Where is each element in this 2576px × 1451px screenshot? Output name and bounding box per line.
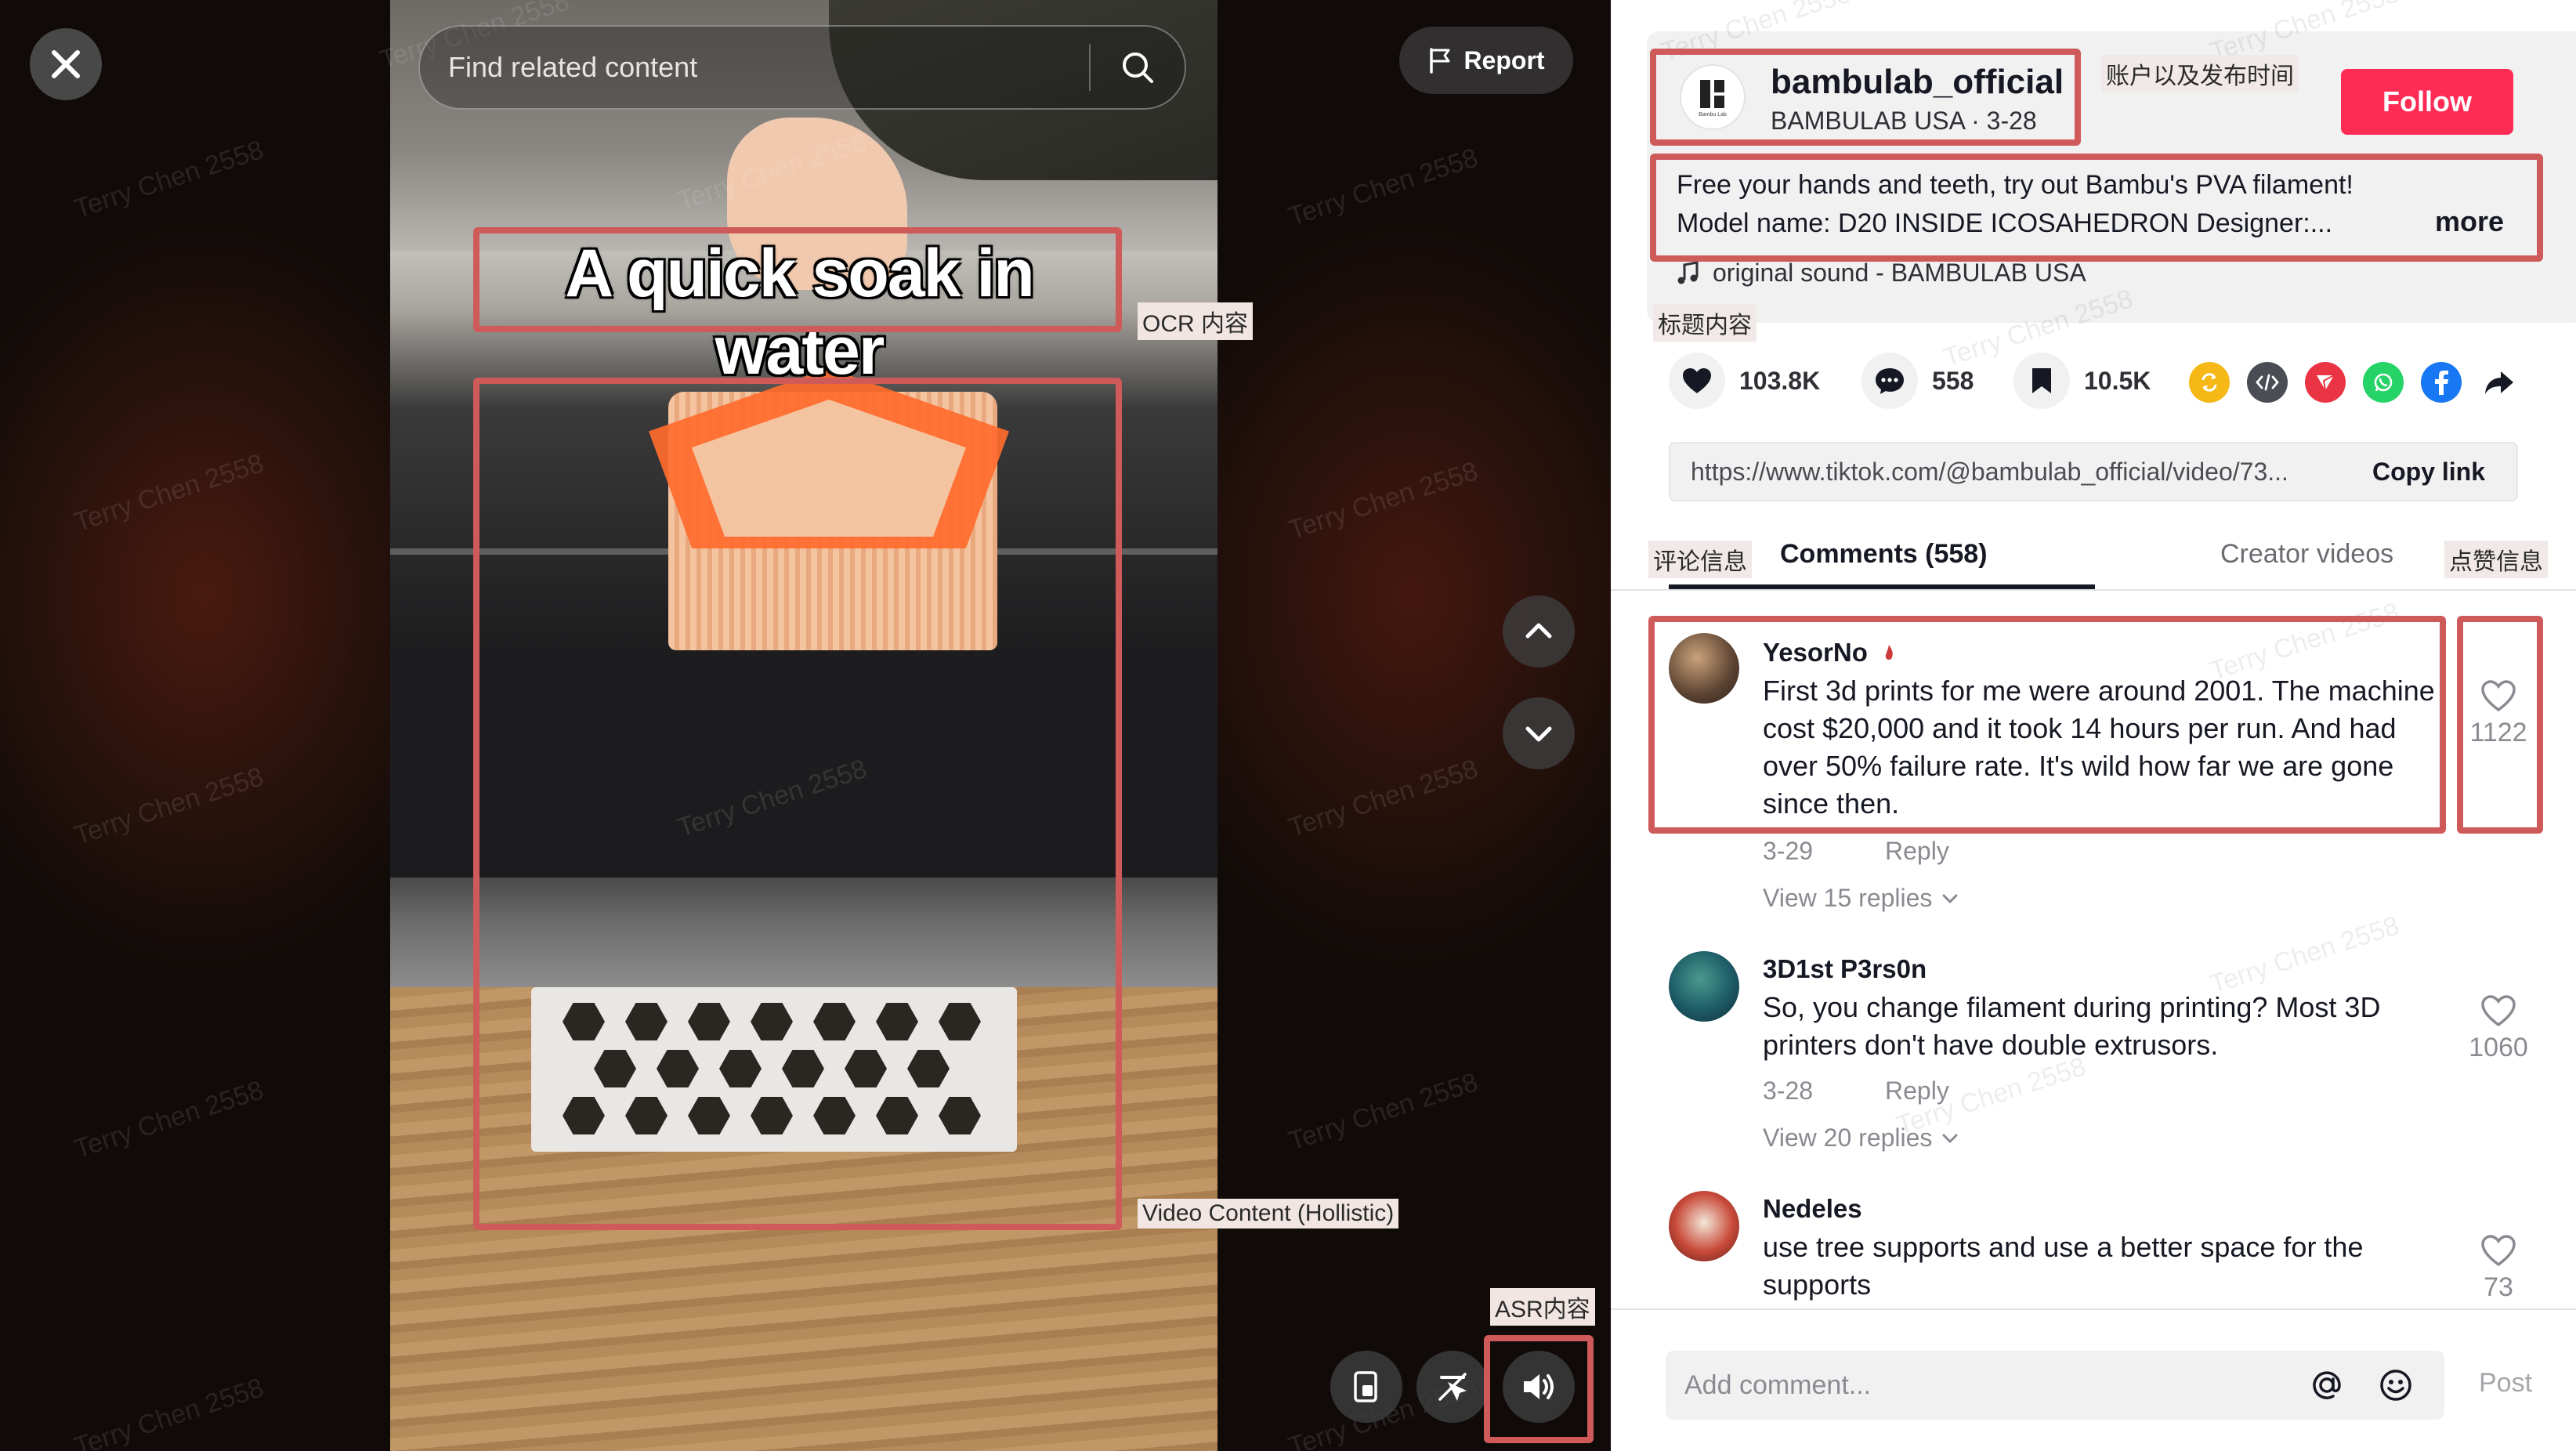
like-stat[interactable]: 103.8K bbox=[1669, 353, 1820, 409]
chevron-down-icon bbox=[1942, 894, 1958, 903]
active-tab-indicator bbox=[1669, 584, 2095, 589]
comment-date: 3-29 bbox=[1763, 837, 1814, 865]
comment-like-count: 73 bbox=[2484, 1272, 2513, 1302]
like-button[interactable] bbox=[1669, 353, 1725, 409]
tab-comments[interactable]: Comments (558) bbox=[1780, 539, 1988, 570]
view-replies-button[interactable]: View 15 replies bbox=[1763, 884, 1959, 913]
comment-button[interactable] bbox=[1861, 353, 1918, 409]
search-button[interactable] bbox=[1091, 27, 1185, 108]
flag-icon bbox=[1430, 48, 1450, 74]
annotation-ocr-box bbox=[473, 227, 1122, 332]
heart-icon bbox=[1683, 368, 1711, 393]
like-count: 103.8K bbox=[1739, 366, 1821, 395]
comment-like-count: 1060 bbox=[2469, 1033, 2528, 1062]
video-link-box: https://www.tiktok.com/@bambulab_officia… bbox=[1669, 442, 2518, 501]
chevron-down-icon bbox=[1942, 1134, 1958, 1143]
autoscroll-button[interactable] bbox=[1416, 1351, 1489, 1423]
add-comment-field[interactable]: Add comment... bbox=[1666, 1351, 2444, 1420]
annotation-video-content-label: Video Content (Hollistic) bbox=[1138, 1199, 1399, 1228]
annotation-ocr-label: OCR 内容 bbox=[1138, 302, 1253, 340]
watermark: Terry Chen 2558 bbox=[2206, 910, 2403, 1000]
add-comment-input[interactable]: Add comment... bbox=[1666, 1370, 2308, 1401]
close-icon bbox=[52, 50, 80, 78]
annotation-like-box bbox=[2457, 616, 2543, 834]
comment-username[interactable]: Nedeles bbox=[1763, 1194, 1862, 1224]
tab-creator-videos[interactable]: Creator videos bbox=[2220, 539, 2393, 570]
comment-like[interactable]: 73 bbox=[2455, 1233, 2542, 1303]
avatar[interactable] bbox=[1669, 1191, 1739, 1261]
chevron-up-icon bbox=[1525, 623, 1552, 639]
annotation-account-label: 账户以及发布时间 bbox=[2101, 55, 2299, 92]
picture-in-picture-icon bbox=[1354, 1371, 1377, 1402]
annotation-comments-label: 评论信息 bbox=[1648, 541, 1752, 578]
annotation-title-label: 标题内容 bbox=[1653, 304, 1757, 342]
annotation-title-box bbox=[1650, 154, 2543, 262]
video-stage: Terry Chen 2558 Terry Chen 2558 Terry Ch… bbox=[0, 0, 1611, 1451]
search-icon bbox=[1123, 52, 1153, 83]
emoji-icon[interactable] bbox=[2377, 1366, 2415, 1404]
video-url[interactable]: https://www.tiktok.com/@bambulab_officia… bbox=[1670, 458, 2349, 487]
view-replies-label: View 15 replies bbox=[1763, 884, 1933, 912]
bookmark-icon bbox=[2032, 368, 2051, 393]
comment-like[interactable]: 1060 bbox=[2455, 993, 2542, 1063]
save-stat[interactable]: 10.5K bbox=[2013, 353, 2151, 409]
music-note-icon bbox=[1677, 260, 1699, 284]
search-input[interactable]: Find related content bbox=[420, 51, 1089, 84]
miniplayer-button[interactable] bbox=[1330, 1351, 1402, 1423]
previous-video-button[interactable] bbox=[1503, 595, 1575, 668]
copy-link-button[interactable]: Copy link bbox=[2349, 458, 2516, 487]
save-button[interactable] bbox=[2013, 353, 2070, 409]
comment-username[interactable]: 3D1st P3rs0n bbox=[1763, 954, 1927, 984]
follow-button[interactable]: Follow bbox=[2341, 69, 2513, 135]
search-bar[interactable]: Find related content bbox=[418, 25, 1186, 110]
comment-date: 3-28 bbox=[1763, 1076, 1814, 1105]
annotation-comment-box bbox=[1648, 616, 2446, 834]
mention-icon[interactable] bbox=[2308, 1366, 2346, 1404]
report-label: Report bbox=[1463, 45, 1545, 74]
annotation-asr-label: ASR内容 bbox=[1490, 1288, 1595, 1326]
reply-button[interactable]: Reply bbox=[1885, 837, 1949, 866]
share-arrow-icon[interactable] bbox=[2479, 362, 2520, 403]
reply-button[interactable]: Reply bbox=[1885, 1076, 1949, 1105]
send-icon[interactable] bbox=[2305, 362, 2346, 403]
save-count: 10.5K bbox=[2084, 366, 2151, 395]
report-button[interactable]: Report bbox=[1399, 27, 1573, 94]
comment-stat[interactable]: 558 bbox=[1861, 353, 1974, 409]
annotation-account-box bbox=[1650, 49, 2081, 146]
annotation-likes-label: 点赞信息 bbox=[2444, 541, 2548, 578]
embed-icon[interactable] bbox=[2247, 362, 2288, 403]
heart-outline-icon bbox=[2481, 1235, 2516, 1267]
heart-outline-icon bbox=[2481, 995, 2516, 1027]
view-replies-label: View 20 replies bbox=[1763, 1124, 1933, 1152]
chevron-down-icon bbox=[1525, 726, 1552, 742]
comment-text: use tree supports and use a better space… bbox=[1763, 1231, 2364, 1301]
repost-icon[interactable] bbox=[2189, 362, 2230, 403]
next-video-button[interactable] bbox=[1503, 697, 1575, 769]
comment-bubble-icon bbox=[1876, 368, 1904, 394]
avatar[interactable] bbox=[1669, 951, 1739, 1022]
view-replies-button[interactable]: View 20 replies bbox=[1763, 1124, 1959, 1152]
close-button[interactable] bbox=[30, 28, 102, 100]
comment-count: 558 bbox=[1932, 366, 1974, 395]
annotation-video-content-box bbox=[473, 378, 1122, 1230]
tabs-divider bbox=[1611, 589, 2576, 591]
sound-label: original sound - BAMBULAB USA bbox=[1713, 259, 2086, 287]
post-button[interactable]: Post bbox=[2479, 1368, 2532, 1399]
whatsapp-icon[interactable] bbox=[2363, 362, 2404, 403]
original-sound-link[interactable]: original sound - BAMBULAB USA bbox=[1677, 259, 2086, 288]
facebook-icon[interactable] bbox=[2421, 362, 2462, 403]
annotation-asr-box bbox=[1484, 1335, 1594, 1443]
comment-text: So, you change filament during printing?… bbox=[1763, 991, 2381, 1061]
cursor-scroll-icon bbox=[1438, 1373, 1467, 1401]
